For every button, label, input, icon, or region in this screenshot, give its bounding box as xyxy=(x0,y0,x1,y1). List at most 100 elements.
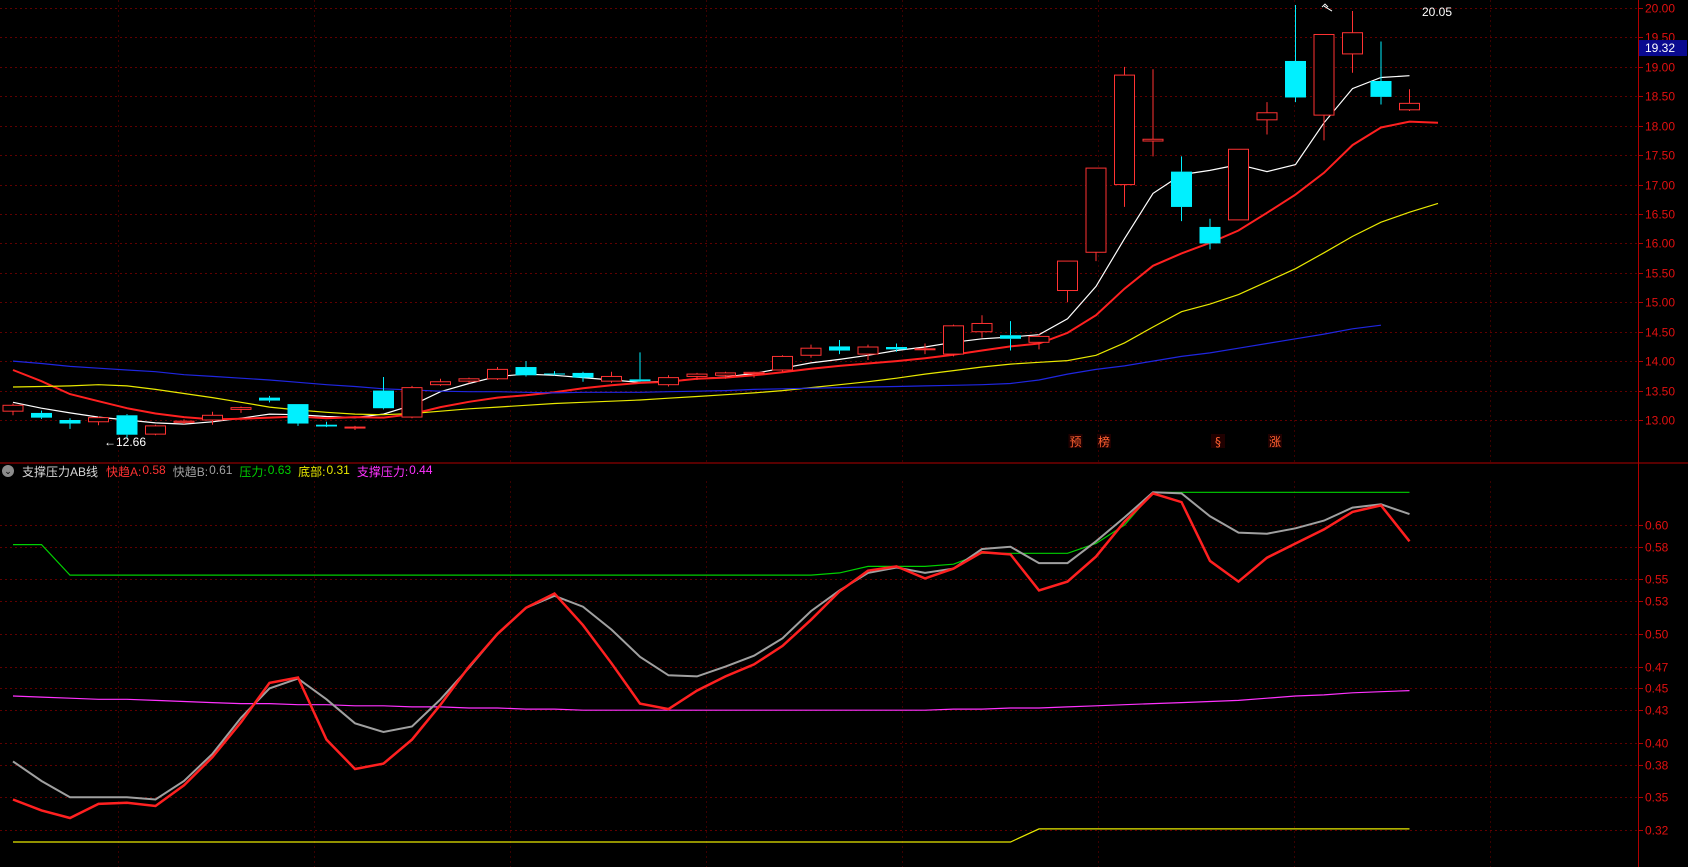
candle[interactable] xyxy=(1228,148,1249,221)
candle[interactable] xyxy=(88,416,109,426)
indicator-legend-item: 压力: 0.63 xyxy=(239,463,291,480)
event-marker[interactable]: § xyxy=(1215,435,1221,449)
indicator-legend-value: 0.63 xyxy=(267,462,292,477)
indicator-tick-label: 0.53 xyxy=(1645,595,1669,609)
price-tick-label: 16.50 xyxy=(1645,208,1675,222)
indicator-axis: 0.60 0.58 0.55 0.53 0.50 0.47 0.45 0.43 0.40 0.38… xyxy=(1638,519,1669,838)
chevron-down-icon[interactable]: ⌄ xyxy=(2,465,14,477)
indicator-legend-label: 底部: xyxy=(298,464,326,479)
indicator-legend-value: 0.44 xyxy=(409,462,433,477)
high-annotation: 20.05 xyxy=(1422,5,1452,19)
panel-frames xyxy=(0,0,1688,867)
candle[interactable] xyxy=(259,395,280,403)
price-tick-label: 17.00 xyxy=(1645,179,1675,193)
candle[interactable] xyxy=(515,361,537,377)
candle[interactable] xyxy=(914,343,936,355)
indicator-tick-label: 0.43 xyxy=(1645,704,1669,718)
candle[interactable] xyxy=(1085,167,1107,262)
candle[interactable] xyxy=(1256,102,1278,135)
indicator-line-4 xyxy=(12,690,1410,711)
indicator-legend-value: 0.58 xyxy=(142,462,166,477)
price-tick-label: 19.00 xyxy=(1645,61,1675,75)
price-tick-label: 18.50 xyxy=(1645,90,1675,104)
price-tick-label: 14.00 xyxy=(1645,355,1675,369)
candle[interactable] xyxy=(31,410,52,419)
candle[interactable] xyxy=(1285,5,1306,103)
candle[interactable] xyxy=(857,344,879,360)
low-annotation: ←12.66 xyxy=(104,435,146,449)
event-marker[interactable]: 预 xyxy=(1069,435,1081,449)
candle[interactable] xyxy=(59,418,81,429)
indicator-tick-label: 0.55 xyxy=(1645,573,1669,587)
indicator-legend-label: 压力: xyxy=(239,464,267,479)
candle[interactable] xyxy=(1370,41,1392,105)
indicator-legend-label: 快趋A: xyxy=(106,464,142,479)
price-tick-label: 15.50 xyxy=(1645,267,1675,281)
stock-chart[interactable]: 20.05 ←12.66 预榜 § 涨 20.0019.5019.0018.5018… xyxy=(0,0,1688,867)
indicator-tick-label: 0.47 xyxy=(1645,661,1669,675)
candle[interactable] xyxy=(1057,260,1078,303)
event-marker[interactable]: 榜 xyxy=(1098,434,1110,449)
price-tick-label: 18.00 xyxy=(1645,120,1675,134)
indicator-legend-value: 0.31 xyxy=(326,462,350,477)
indicator-header: ⌄ 支撑压力AB线 快趋A: 0.58 快趋B: 0.61 压力: 0.63 底部: … xyxy=(2,463,440,479)
indicator-legend-item: 底部: 0.31 xyxy=(298,463,350,480)
price-tick-label: 13.00 xyxy=(1645,414,1675,428)
price-tick-label: 17.50 xyxy=(1645,149,1675,163)
candle[interactable] xyxy=(344,425,366,431)
indicator-tick-label: 0.35 xyxy=(1645,791,1669,805)
candle[interactable] xyxy=(1171,156,1192,222)
candle[interactable] xyxy=(601,371,622,383)
indicator-name[interactable]: 支撑压力AB线 xyxy=(22,463,98,480)
candle[interactable] xyxy=(430,378,451,386)
candle[interactable] xyxy=(230,406,252,413)
candle[interactable] xyxy=(658,375,679,387)
indicator-legend-label: 支撑压力: xyxy=(356,464,409,479)
indicator-tick-label: 0.40 xyxy=(1645,737,1669,751)
candle[interactable] xyxy=(2,403,24,416)
candle[interactable] xyxy=(943,324,964,357)
ma-line-3 xyxy=(12,324,1382,394)
candle[interactable] xyxy=(971,315,993,338)
candle[interactable] xyxy=(886,343,907,352)
candle[interactable] xyxy=(1342,10,1363,73)
candle[interactable] xyxy=(829,339,850,355)
candle[interactable] xyxy=(572,371,594,382)
gridlines xyxy=(0,0,1638,867)
candle[interactable] xyxy=(287,404,309,426)
indicator-tick-label: 0.38 xyxy=(1645,759,1669,773)
price-tick-label: 13.50 xyxy=(1645,385,1675,399)
price-tick-label: 20.00 xyxy=(1645,2,1675,16)
candle[interactable] xyxy=(145,424,166,436)
price-tick-label: 16.00 xyxy=(1645,237,1675,251)
event-markers[interactable]: 预 榜 § 涨 xyxy=(1068,434,1283,449)
indicator-tick-label: 0.45 xyxy=(1645,682,1669,696)
event-marker[interactable]: 涨 xyxy=(1269,434,1281,449)
indicator-legend-item: 支撑压力: 0.44 xyxy=(357,463,433,480)
candle[interactable] xyxy=(458,377,480,384)
indicator-legend-label: 快趋B: xyxy=(172,464,209,479)
ma-line-0 xyxy=(12,75,1410,425)
candle[interactable] xyxy=(1028,334,1050,350)
indicator-line-0 xyxy=(12,491,1411,820)
indicator-legend-item: 快趋A: 0.58 xyxy=(106,463,166,480)
candle[interactable] xyxy=(800,344,822,358)
price-annotations: 20.05 ←12.66 xyxy=(104,3,1452,449)
candle[interactable] xyxy=(629,352,651,382)
price-axis: 20.0019.5019.0018.5018.0017.5017.0016.50… xyxy=(1638,2,1687,428)
indicator-legend-item: 快趋B: 0.61 xyxy=(173,463,233,480)
candles[interactable] xyxy=(2,5,1420,438)
candle[interactable] xyxy=(487,367,508,380)
candle[interactable] xyxy=(1142,69,1164,157)
candle[interactable] xyxy=(772,355,793,372)
candle[interactable] xyxy=(401,385,423,419)
candle[interactable] xyxy=(1313,33,1335,141)
price-tick-label: 14.50 xyxy=(1645,326,1675,340)
candle[interactable] xyxy=(373,377,394,410)
candle[interactable] xyxy=(1399,89,1420,111)
indicator-tick-label: 0.60 xyxy=(1645,519,1669,533)
indicator-tick-label: 0.58 xyxy=(1645,541,1669,555)
current-price-label: 19.32 xyxy=(1645,41,1675,55)
candle[interactable] xyxy=(316,421,337,428)
indicator-legend-value: 0.61 xyxy=(209,462,233,477)
